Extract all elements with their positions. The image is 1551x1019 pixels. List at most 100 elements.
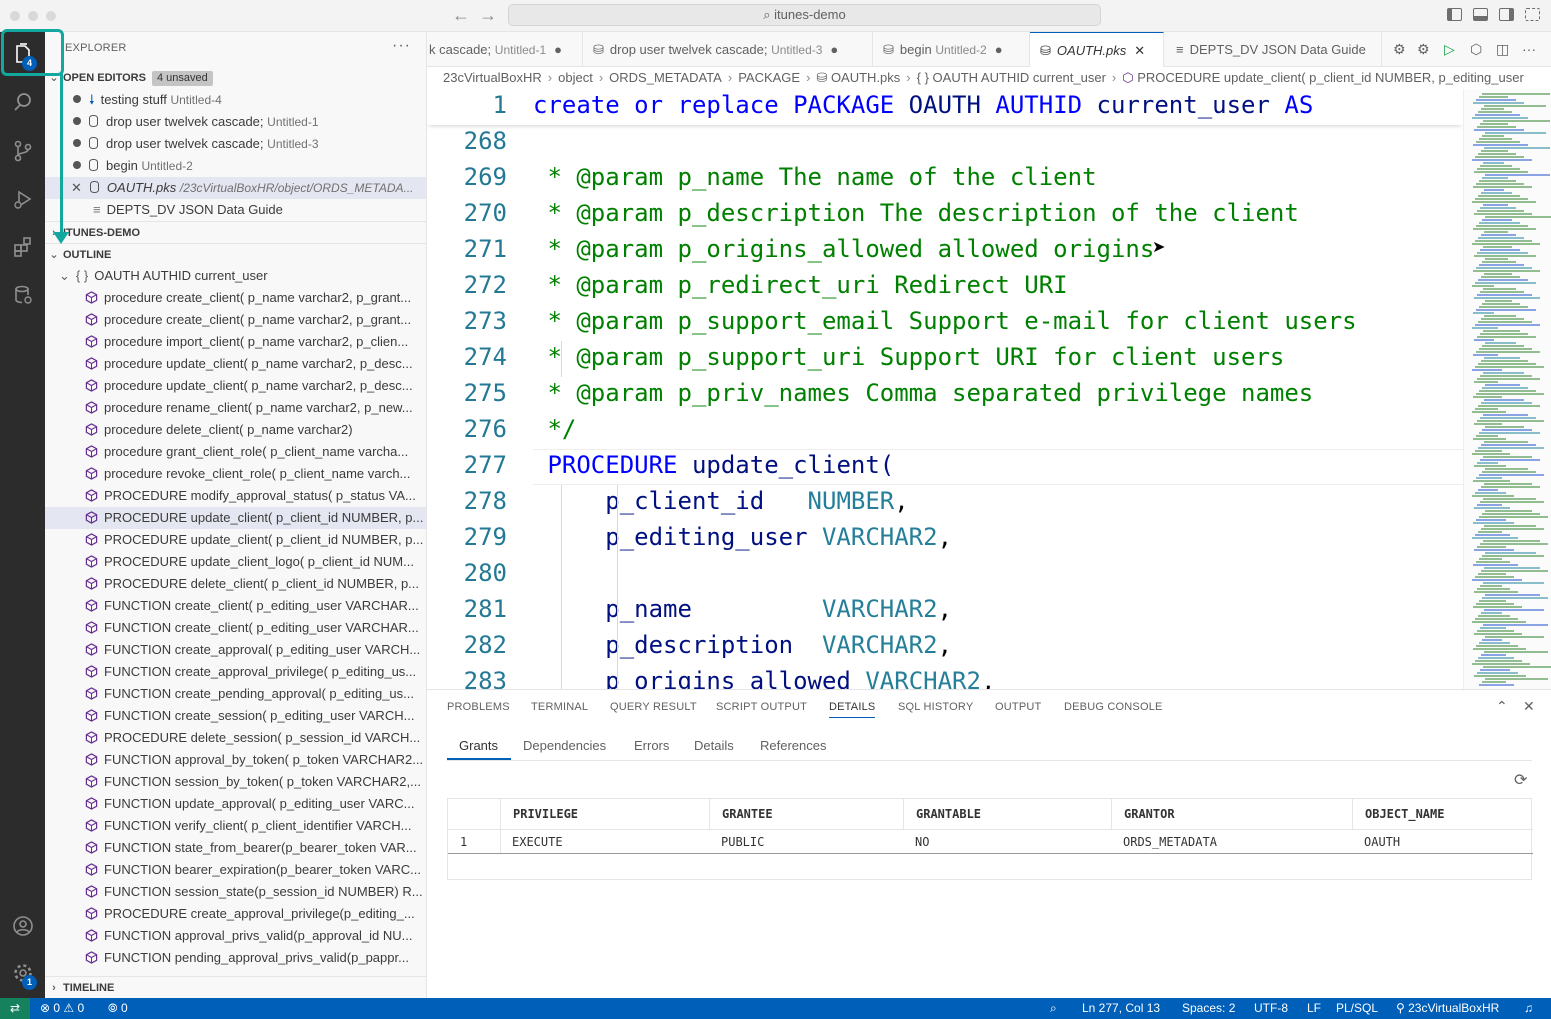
back-arrow-icon[interactable]: ← [452,5,470,26]
gear-icon[interactable]: ⚙ [1393,41,1406,58]
outline-item[interactable]: FUNCTION pending_approval_privs_valid(p_… [45,947,426,969]
split-editor-icon[interactable]: ◫ [1496,41,1509,58]
outline-item[interactable]: PROCEDURE delete_session( p_session_id V… [45,727,426,749]
more-actions-icon[interactable]: ··· [1522,41,1536,57]
grid-column-header[interactable]: OBJECT_NAME [1352,799,1533,829]
outline-root[interactable]: ⌄ { } OAUTH AUTHID current_user [45,265,426,287]
outline-item[interactable]: FUNCTION create_pending_approval( p_edit… [45,683,426,705]
grid-column-header[interactable]: GRANTOR [1111,799,1352,829]
outline-item[interactable]: FUNCTION bearer_expiration(p_bearer_toke… [45,859,426,881]
subtab-details[interactable]: Details [694,738,734,753]
panel-tab-script-output[interactable]: SCRIPT OUTPUT [716,701,807,713]
grid-column-header[interactable]: PRIVILEGE [500,799,709,829]
minimize-window-icon[interactable] [28,11,38,21]
open-editor-item[interactable]: 🠗 testing stuff Untitled-4 [45,89,426,111]
database-connections-icon[interactable] [0,273,45,317]
outline-item[interactable]: procedure revoke_client_role( p_client_n… [45,463,426,485]
command-center-search[interactable]: ⌕ itunes-demo [508,4,1101,26]
grid-column-header[interactable]: GRANTABLE [903,799,1111,829]
outline-item[interactable]: FUNCTION session_state(p_session_id NUMB… [45,881,426,903]
indentation[interactable]: Spaces: 2 [1182,998,1235,1019]
tab-untitled-1[interactable]: k cascade; Untitled-1 ● [427,32,583,67]
close-window-icon[interactable] [10,11,20,21]
grid-cell[interactable]: ORDS_METADATA [1111,830,1352,854]
grid-cell[interactable]: PUBLIC [709,830,903,854]
outline-item[interactable]: FUNCTION create_approval_privilege( p_ed… [45,661,426,683]
outline-item[interactable]: procedure grant_client_role( p_client_na… [45,441,426,463]
open-editor-item[interactable]: ≡ DEPTS_DV JSON Data Guide [45,199,426,221]
outline-item[interactable]: FUNCTION create_approval( p_editing_user… [45,639,426,661]
run-debug-icon[interactable] [0,177,45,221]
forward-arrow-icon[interactable]: → [479,5,497,26]
outline-item[interactable]: FUNCTION create_client( p_editing_user V… [45,617,426,639]
maximize-panel-icon[interactable]: ⌃ [1496,698,1508,715]
grid-cell[interactable]: EXECUTE [500,830,709,854]
panel-tab-details[interactable]: DETAILS [829,701,876,718]
outline-item[interactable]: FUNCTION approval_privs_valid(p_approval… [45,925,426,947]
sticky-scroll-header[interactable]: 1 create or replace PACKAGE OAUTH AUTHID… [427,89,1463,125]
outline-item[interactable]: FUNCTION update_approval( p_editing_user… [45,793,426,815]
toggle-primary-sidebar-icon[interactable] [1447,8,1462,21]
close-panel-icon[interactable]: ✕ [1523,698,1535,715]
language-mode[interactable]: PL/SQL [1336,998,1378,1019]
open-editors-header[interactable]: ⌄ OPEN EDITORS 4 unsaved [45,67,426,89]
toggle-panel-icon[interactable] [1473,8,1488,21]
breadcrumb-item[interactable]: ORDS_METADATA [609,70,722,85]
grid-column-header[interactable]: GRANTEE [709,799,903,829]
extensions-icon[interactable] [0,225,45,269]
tab-depts-dv[interactable]: ≡ DEPTS_DV JSON Data Guide [1164,32,1382,67]
subtab-errors[interactable]: Errors [634,738,669,753]
outline-item[interactable]: procedure create_client( p_name varchar2… [45,309,426,331]
panel-tab-query-result[interactable]: QUERY RESULT [610,701,697,713]
refresh-icon[interactable]: ⟳ [1514,770,1527,790]
open-editor-item-active[interactable]: ✕ OAUTH.pks /23cVirtualBoxHR/object/ORDS_… [45,177,426,199]
outline-item[interactable]: FUNCTION verify_client( p_client_identif… [45,815,426,837]
breadcrumb-item[interactable]: { } OAUTH AUTHID current_user [917,70,1106,85]
code-editor[interactable]: 268 269 * @param p_name The name of the c… [427,89,1551,689]
panel-tab-problems[interactable]: PROBLEMS [447,701,510,713]
outline-item[interactable]: procedure rename_client( p_name varchar2… [45,397,426,419]
run-icon[interactable]: ▷ [1444,41,1455,58]
workspace-header[interactable]: › ITUNES-DEMO [45,221,426,243]
outline-item[interactable]: procedure update_client( p_name varchar2… [45,375,426,397]
outline-item[interactable]: FUNCTION approval_by_token( p_token VARC… [45,749,426,771]
panel-tab-output[interactable]: OUTPUT [995,701,1041,713]
encoding[interactable]: UTF-8 [1254,998,1288,1019]
breadcrumb-item[interactable]: object [558,70,593,85]
outline-item[interactable]: FUNCTION session_by_token( p_token VARCH… [45,771,426,793]
customize-layout-icon[interactable] [1525,8,1540,21]
outline-item[interactable]: FUNCTION create_client( p_editing_user V… [45,595,426,617]
breadcrumb-item[interactable]: 23cVirtualBoxHR [443,70,542,85]
problems-indicator[interactable]: ⊗ 0 ⚠ 0 [40,998,84,1019]
remote-indicator-icon[interactable]: ⇄ [0,998,30,1019]
close-icon[interactable]: ✕ [1134,33,1145,67]
debug-settings-icon[interactable]: ⚙ [1417,41,1430,58]
breadcrumb-item[interactable]: PROCEDURE update_client( p_client_id NUM… [1137,70,1524,85]
grid-cell[interactable]: NO [903,830,1111,854]
outline-item[interactable]: FUNCTION create_session( p_editing_user … [45,705,426,727]
outline-item[interactable]: PROCEDURE delete_client( p_client_id NUM… [45,573,426,595]
outline-header[interactable]: ⌄ OUTLINE [45,243,426,265]
outline-item[interactable]: PROCEDURE update_client( p_client_id NUM… [45,507,426,529]
outline-item[interactable]: PROCEDURE update_client_logo( p_client_i… [45,551,426,573]
tab-untitled-2[interactable]: ⛁ begin Untitled-2 ● [873,32,1030,67]
cursor-position[interactable]: Ln 277, Col 13 [1082,998,1160,1019]
toggle-secondary-sidebar-icon[interactable] [1499,8,1514,21]
open-editor-item[interactable]: begin Untitled-2 [45,155,426,177]
source-control-icon[interactable] [0,129,45,173]
tab-untitled-3[interactable]: ⛁ drop user twelvek cascade; Untitled-3 ● [583,32,873,67]
panel-tab-sql-history[interactable]: SQL HISTORY [898,701,973,713]
subtab-grants[interactable]: Grants [459,738,498,753]
open-editor-item[interactable]: drop user twelvek cascade; Untitled-1 [45,111,426,133]
breadcrumb-item[interactable]: PACKAGE [738,70,800,85]
tab-oauth-pks[interactable]: ⛁ OAUTH.pks ✕ [1030,32,1164,67]
grid-cell[interactable]: OAUTH [1352,830,1533,854]
more-actions-icon[interactable]: ··· [392,37,411,55]
connection-indicator[interactable]: ⚲ 23cVirtualBoxHR [1396,998,1499,1019]
outline-item[interactable]: procedure import_client( p_name varchar2… [45,331,426,353]
panel-tab-terminal[interactable]: TERMINAL [531,701,588,713]
outline-item[interactable]: PROCEDURE modify_approval_status( p_stat… [45,485,426,507]
outline-item[interactable]: FUNCTION state_from_bearer(p_bearer_toke… [45,837,426,859]
outline-item[interactable]: procedure create_client( p_name varchar2… [45,287,426,309]
outline-item[interactable]: PROCEDURE create_approval_privilege(p_ed… [45,903,426,925]
